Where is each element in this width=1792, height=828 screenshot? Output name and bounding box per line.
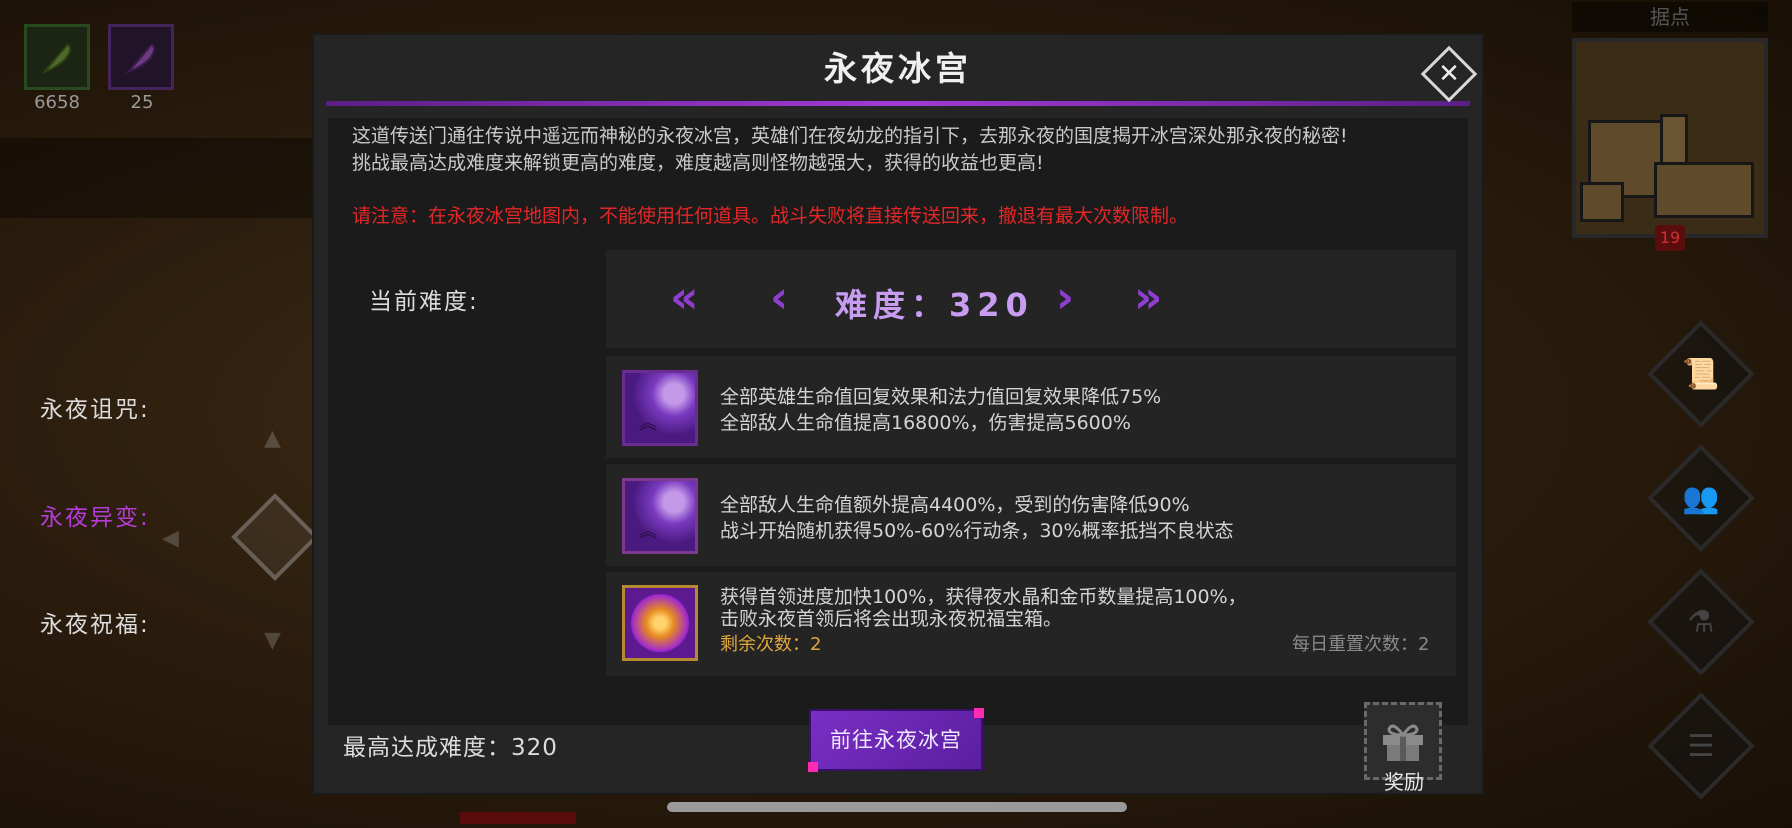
description: 这道传送门通往传说中遥远而神秘的永夜冰宫，英雄们在夜幼龙的指引下，去那永夜的国度… [352,123,1348,177]
difficulty-last-button[interactable]: » [1134,276,1162,320]
blessing-line: 获得首领进度加快100%，获得夜水晶和金币数量提高100%， [720,586,1247,608]
title-divider [326,101,1470,106]
gift-icon [1383,724,1423,761]
blessing-label: 永夜祝福: [40,612,150,638]
enter-ice-palace-button[interactable]: 前往永夜冰宫 [808,708,984,772]
curse-line: 全部敌人生命值提高16800%，伤害提高5600% [720,412,1131,434]
purple-feather-icon [125,43,156,74]
night-mutation-icon: ︽ [622,478,698,554]
daily-reset-count: 每日重置次数：2 [1292,634,1430,655]
difficulty-prev-button[interactable]: ‹ [770,276,788,320]
background-band [0,138,320,218]
green-resource-count: 6658 [34,92,80,113]
bat-icon: ︽ [639,521,657,542]
vortex-icon [622,585,698,661]
green-resource-slot[interactable] [24,24,90,90]
mutation-line: 全部敌人生命值额外提高4400%，受到的伤害降低90% [720,494,1190,516]
current-difficulty-label: 当前难度: [369,289,479,315]
potion-icon: ⚗ [1687,604,1715,640]
curse-line: 全部英雄生命值回复效果和法力值回复效果降低75% [720,386,1162,408]
people-icon: 👥 [1682,480,1720,516]
remaining-count: 剩余次数：2 [720,634,822,655]
map-level-badge: 19 [1655,225,1685,251]
health-bar-fragment [460,812,576,824]
list-icon: ☰ [1687,728,1715,764]
warning-text: 请注意：在永夜冰宫地图内，不能使用任何道具。战斗失败将直接传送回来，撤退有最大次… [352,205,1189,227]
down-arrow-icon: ▼ [264,628,281,653]
mutation-line: 战斗开始随机获得50%-60%行动条，30%概率抵挡不良状态 [720,520,1234,542]
best-difficulty: 最高达成难度：320 [343,735,558,761]
close-icon: ✕ [1438,59,1460,89]
description-line: 这道传送门通往传说中遥远而神秘的永夜冰宫，英雄们在夜幼龙的指引下，去那永夜的国度… [352,125,1348,147]
mutation-label: 永夜异变: [40,505,150,531]
mutation-effects: 全部敌人生命值额外提高4400%，受到的伤害降低90% 战斗开始随机获得50%-… [720,492,1234,544]
scroll-icon: 📜 [1682,356,1720,392]
blessing-line: 击败永夜首领后将会出现永夜祝福宝箱。 [720,608,1063,630]
minimap-room [1654,162,1754,218]
difficulty-value: 难度：320 [835,286,1034,324]
close-button[interactable]: ✕ [1420,45,1478,103]
difficulty-next-button[interactable]: › [1056,276,1074,320]
home-indicator[interactable] [667,802,1127,812]
outpost-label[interactable]: 据点 [1572,2,1768,32]
curse-label: 永夜诅咒: [40,397,150,423]
left-arrow-icon: ◀ [162,526,179,551]
bat-icon: ︽ [639,413,657,434]
description-line: 挑战最高达成难度来解锁更高的难度，难度越高则怪物越强大，获得的收益也更高! [352,152,1044,174]
up-arrow-icon: ▲ [264,426,281,451]
purple-resource-slot[interactable] [108,24,174,90]
minimap[interactable] [1572,38,1768,238]
night-bat-icon: ︽ [622,370,698,446]
green-feather-icon [41,43,72,74]
purple-resource-count: 25 [130,92,154,113]
minimap-room [1580,182,1624,222]
difficulty-first-button[interactable]: « [670,276,698,320]
blessing-effects: 获得首领进度加快100%，获得夜水晶和金币数量提高100%， 击败永夜首领后将会… [720,586,1247,630]
reward-label: 奖励 [1384,770,1424,794]
curse-effects: 全部英雄生命值回复效果和法力值回复效果降低75% 全部敌人生命值提高16800%… [720,384,1161,436]
dialog-title: 永夜冰宫 [824,49,972,88]
